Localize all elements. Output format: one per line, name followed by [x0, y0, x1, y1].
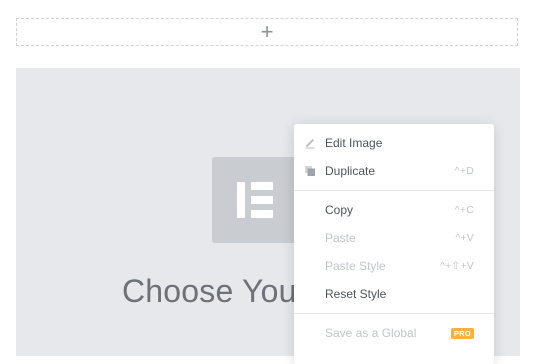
pro-badge: PRO — [450, 327, 474, 339]
menu-item-label: Duplicate — [325, 164, 376, 178]
menu-item-label: Save as a Global — [325, 326, 417, 340]
menu-item-label: Paste — [325, 231, 356, 245]
menu-item-shortcut: ^+D — [454, 165, 474, 177]
context-menu: Edit Image Duplicate ^+D Copy ^+C Paste … — [294, 124, 494, 364]
menu-item-label: Copy — [325, 203, 354, 217]
copy-icon — [304, 165, 316, 177]
plus-icon: + — [260, 18, 274, 44]
menu-item-shortcut: ^+C — [454, 204, 474, 216]
elementor-logo-icon — [212, 157, 298, 243]
placeholder-title: Choose Your — [122, 273, 308, 309]
menu-group-save: Save as a Global PRO — [294, 314, 494, 352]
menu-item-copy[interactable]: Copy ^+C — [294, 196, 494, 224]
menu-item-reset-style[interactable]: Reset Style — [294, 280, 494, 308]
menu-item-save-as-global[interactable]: Save as a Global PRO — [294, 319, 494, 347]
menu-item-label: Reset Style — [325, 287, 387, 301]
menu-item-shortcut: ^+V — [455, 232, 474, 244]
menu-item-paste[interactable]: Paste ^+V — [294, 224, 494, 252]
pencil-icon — [304, 137, 316, 149]
menu-item-label: Edit Image — [325, 136, 383, 150]
menu-item-shortcut: ^+⇧+V — [440, 260, 474, 272]
menu-group-clipboard: Copy ^+C Paste ^+V Paste Style ^+⇧+V Res… — [294, 191, 494, 313]
menu-item-label: Paste Style — [325, 259, 386, 273]
add-section-button[interactable]: + — [16, 18, 518, 46]
menu-group-general: Edit Image Duplicate ^+D — [294, 124, 494, 190]
menu-item-duplicate[interactable]: Duplicate ^+D — [294, 157, 494, 185]
menu-item-edit-image[interactable]: Edit Image — [294, 129, 494, 157]
menu-item-paste-style[interactable]: Paste Style ^+⇧+V — [294, 252, 494, 280]
